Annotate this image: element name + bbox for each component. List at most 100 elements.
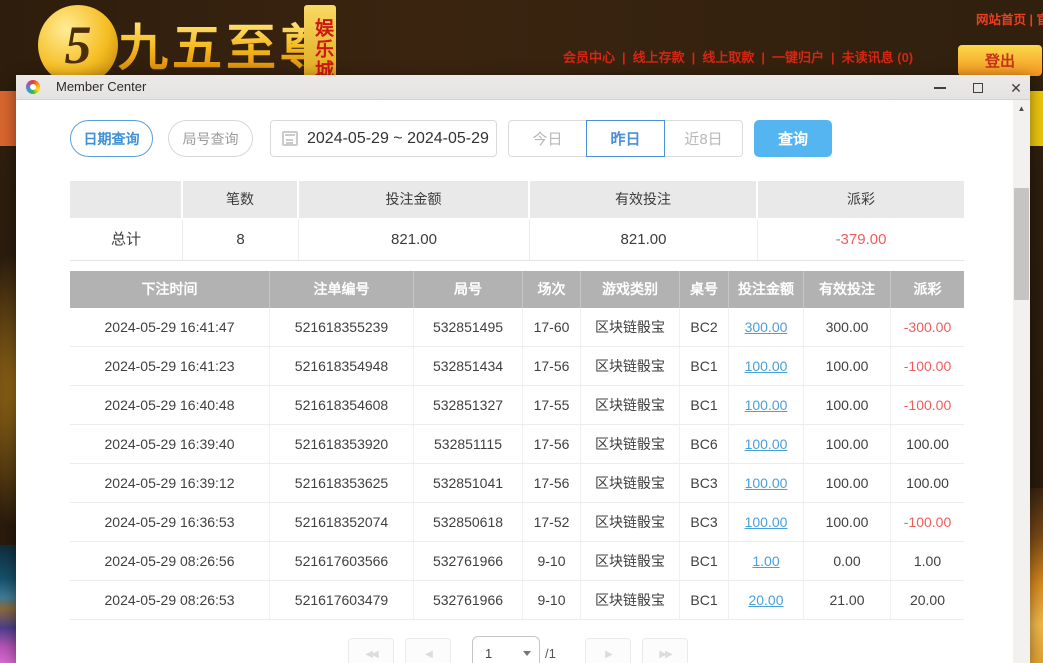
date-query-tab[interactable]: 日期查询	[70, 120, 153, 157]
query-bar: 日期查询 局号查询 2024-05-29 ~ 2024-05-29 今日昨日近8…	[70, 120, 832, 157]
quick-range-button-0[interactable]: 今日	[508, 120, 587, 157]
nav-link[interactable]: 线上取款	[702, 50, 754, 65]
table-cell: 区块链骰宝	[581, 308, 680, 346]
last-page-icon: ▶▶	[659, 649, 670, 660]
table-cell: 521618355239	[270, 308, 414, 346]
logo-number: 5	[65, 14, 92, 76]
table-cell: 17-56	[523, 464, 581, 502]
nav-link[interactable]: 会员中心	[563, 50, 615, 65]
window-scrollbar[interactable]: ▲	[1013, 100, 1030, 663]
last-page-button[interactable]: ▶▶	[642, 638, 688, 663]
first-page-button[interactable]: ◀◀	[348, 638, 394, 663]
nav-link[interactable]: 未读讯息 (0)	[842, 50, 914, 65]
quick-range-button-2[interactable]: 近8日	[664, 120, 743, 157]
table-cell: 区块链骰宝	[581, 425, 680, 463]
summary-header-cell: 笔数	[183, 181, 299, 218]
table-cell: 2024-05-29 16:41:47	[70, 308, 270, 346]
nav-separator: |	[831, 50, 835, 65]
member-center-window: Member Center ✕ 日期查询 局号查询 2024-05-29 ~ 2…	[16, 75, 1030, 663]
nav-link[interactable]: 线上存款	[633, 50, 685, 65]
table-cell: 区块链骰宝	[581, 464, 680, 502]
table-cell: -300.00	[891, 308, 964, 346]
next-page-button[interactable]: ▶	[585, 638, 631, 663]
minimize-button[interactable]	[925, 75, 955, 100]
nav-link[interactable]: 一键归户	[772, 50, 824, 65]
bet-amount-link[interactable]: 100.00	[729, 503, 804, 541]
scrollbar-thumb[interactable]	[1014, 188, 1029, 300]
records-header-cell: 下注时间	[70, 271, 270, 308]
maximize-button[interactable]	[963, 75, 993, 100]
table-cell: 521618353920	[270, 425, 414, 463]
pagination: ◀◀ ◀ 1 /1 ▶ ▶▶	[348, 638, 748, 663]
home-link[interactable]: 网站首页 | 官	[976, 9, 1043, 28]
table-cell: 区块链骰宝	[581, 581, 680, 619]
table-cell: 521618352074	[270, 503, 414, 541]
table-cell: -100.00	[891, 347, 964, 385]
records-header-cell: 桌号	[680, 271, 729, 308]
table-cell: 2024-05-29 08:26:53	[70, 581, 270, 619]
table-cell: 300.00	[804, 308, 891, 346]
table-cell: 2024-05-29 16:39:12	[70, 464, 270, 502]
table-cell: 532851327	[414, 386, 523, 424]
table-cell: 2024-05-29 16:36:53	[70, 503, 270, 541]
table-cell: BC1	[680, 581, 729, 619]
round-query-tab[interactable]: 局号查询	[168, 120, 253, 157]
table-cell: 532851115	[414, 425, 523, 463]
table-row: 2024-05-29 16:41:47521618355239532851495…	[70, 308, 964, 347]
logout-button[interactable]: 登出	[958, 45, 1042, 76]
records-header-cell: 注单编号	[270, 271, 414, 308]
prev-page-button[interactable]: ◀	[405, 638, 451, 663]
table-cell: 100.00	[891, 464, 964, 502]
table-cell: 100.00	[891, 425, 964, 463]
table-cell: 100.00	[804, 347, 891, 385]
summary-header-cell	[70, 181, 183, 218]
summary-header-cell: 派彩	[758, 181, 964, 218]
bet-amount-link[interactable]: 20.00	[729, 581, 804, 619]
close-icon: ✕	[1010, 81, 1022, 95]
search-button[interactable]: 查询	[754, 120, 832, 157]
table-row: 2024-05-29 08:26:56521617603566532761966…	[70, 542, 964, 581]
window-content: 日期查询 局号查询 2024-05-29 ~ 2024-05-29 今日昨日近8…	[16, 100, 1030, 663]
bet-amount-link[interactable]: 1.00	[729, 542, 804, 580]
table-cell: 532761966	[414, 581, 523, 619]
quick-range-button-1[interactable]: 昨日	[586, 120, 665, 157]
bet-amount-link[interactable]: 100.00	[729, 347, 804, 385]
table-cell: BC3	[680, 464, 729, 502]
records-table: 下注时间注单编号局号场次游戏类别桌号投注金额有效投注派彩 2024-05-29 …	[70, 271, 964, 620]
bet-amount-link[interactable]: 100.00	[729, 425, 804, 463]
page-total-label: /1	[545, 646, 556, 661]
summary-label: 总计	[70, 220, 183, 260]
table-cell: 9-10	[523, 542, 581, 580]
table-cell: 532850618	[414, 503, 523, 541]
table-cell: 0.00	[804, 542, 891, 580]
close-button[interactable]: ✕	[1001, 75, 1030, 100]
scrollbar-up-arrow[interactable]: ▲	[1013, 100, 1030, 117]
table-cell: 17-55	[523, 386, 581, 424]
table-cell: 100.00	[804, 386, 891, 424]
table-cell: 17-60	[523, 308, 581, 346]
date-range-input[interactable]: 2024-05-29 ~ 2024-05-29	[270, 120, 497, 157]
nav-separator: |	[692, 50, 696, 65]
prev-page-icon: ◀	[425, 649, 431, 660]
site-logo-text: 九五至尊	[118, 8, 334, 80]
bet-amount-link[interactable]: 100.00	[729, 386, 804, 424]
window-titlebar[interactable]: Member Center ✕	[16, 75, 1030, 100]
table-cell: 1.00	[891, 542, 964, 580]
site-nav-links: 会员中心|线上存款|线上取款|一键归户|未读讯息 (0)	[563, 47, 913, 66]
bet-amount-link[interactable]: 100.00	[729, 464, 804, 502]
bet-amount-link[interactable]: 300.00	[729, 308, 804, 346]
table-cell: 521617603566	[270, 542, 414, 580]
table-cell: 521618354608	[270, 386, 414, 424]
table-cell: 2024-05-29 16:41:23	[70, 347, 270, 385]
table-cell: -100.00	[891, 386, 964, 424]
date-range-value: 2024-05-29 ~ 2024-05-29	[307, 130, 489, 148]
table-cell: 17-56	[523, 425, 581, 463]
records-header-cell: 场次	[523, 271, 581, 308]
table-cell: 532851041	[414, 464, 523, 502]
quick-range-group: 今日昨日近8日	[508, 120, 743, 157]
table-row: 2024-05-29 16:36:53521618352074532850618…	[70, 503, 964, 542]
table-cell: 21.00	[804, 581, 891, 619]
site-logo-coin: 5	[38, 5, 118, 85]
page-select[interactable]: 1	[472, 636, 540, 663]
summary-bet-amount: 821.00	[299, 220, 530, 260]
